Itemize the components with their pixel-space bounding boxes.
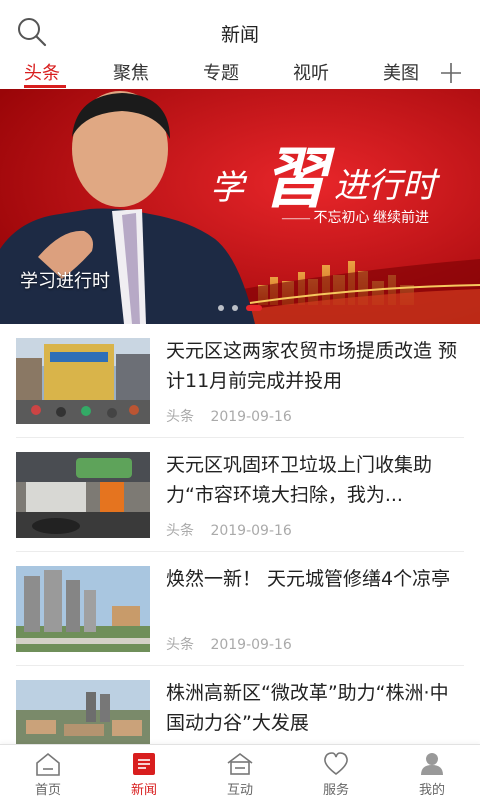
banner-headline-xi: 習 (262, 143, 335, 216)
home-icon (36, 752, 60, 776)
tab-photos[interactable]: 美图 (383, 60, 419, 90)
active-tab-indicator (24, 85, 66, 88)
news-date: 2019-09-16 (210, 409, 292, 425)
nav-news[interactable]: 新闻 (96, 751, 192, 798)
nav-services[interactable]: 服务 (288, 751, 384, 798)
news-category: 头条 (166, 523, 194, 539)
interact-icon (227, 753, 253, 775)
nav-interact-label: 互动 (226, 783, 253, 798)
banner-slogan: —— 不忘初心 继续前进 (281, 209, 429, 226)
banner-headline-xue: 学 (210, 170, 248, 207)
news-thumbnail (16, 452, 150, 538)
nav-interact[interactable]: 互动 (192, 751, 288, 798)
list-item[interactable]: 焕然一新！ 天元城管修缮4个凉亭 头条 2019-09-16 (0, 552, 480, 666)
list-item[interactable]: 天元区这两家农贸市场提质改造 预计11月前完成并投用 头条 2019-09-16 (0, 324, 480, 438)
news-date: 2019-09-16 (210, 523, 292, 539)
top-bar: 新闻 (0, 0, 480, 62)
banner-headline-rest: 进行时 (334, 168, 441, 205)
nav-profile[interactable]: 我的 (384, 751, 480, 798)
carousel-dot-active[interactable] (246, 305, 262, 311)
list-item[interactable]: 天元区巩固环卫垃圾上门收集助力“市容环境大扫除，我为... 头条 2019-09… (0, 438, 480, 552)
bottom-navigation: 首页 新闻 互动 服务 我的 (0, 744, 480, 801)
carousel-dot[interactable] (232, 305, 238, 311)
hero-banner[interactable]: 学 習 进行时 —— 不忘初心 继续前进 学习进行时 (0, 89, 480, 324)
news-category: 头条 (166, 637, 194, 653)
news-headline[interactable]: 天元区巩固环卫垃圾上门收集助力“市容环境大扫除，我为... (166, 450, 466, 510)
news-date: 2019-09-16 (210, 637, 292, 653)
tab-topics[interactable]: 专题 (203, 60, 239, 90)
news-icon (133, 753, 155, 775)
news-thumbnail (16, 338, 150, 424)
tab-focus[interactable]: 聚焦 (113, 60, 149, 90)
news-headline[interactable]: 天元区这两家农贸市场提质改造 预计11月前完成并投用 (166, 336, 466, 396)
nav-home-label: 首页 (34, 783, 61, 798)
nav-profile-label: 我的 (418, 783, 445, 798)
profile-icon (421, 753, 443, 775)
tab-video[interactable]: 视听 (293, 60, 329, 90)
news-headline[interactable]: 焕然一新！ 天元城管修缮4个凉亭 (166, 564, 466, 594)
news-meta: 头条 2019-09-16 (166, 520, 304, 540)
nav-home[interactable]: 首页 (0, 751, 96, 798)
nav-services-label: 服务 (322, 783, 349, 798)
news-thumbnail (16, 566, 150, 652)
news-meta: 头条 2019-09-16 (166, 406, 304, 426)
nav-news-label: 新闻 (130, 783, 157, 798)
carousel-dot[interactable] (218, 305, 224, 311)
news-headline[interactable]: 株洲高新区“微改革”助力“株洲·中国动力谷”大发展 (166, 678, 466, 738)
banner-caption: 学习进行时 (20, 271, 110, 292)
news-meta: 头条 2019-09-16 (166, 634, 304, 654)
page-title: 新闻 (220, 24, 259, 46)
category-tabs: 头条 聚焦 专题 视听 美图 (0, 60, 480, 90)
heart-icon (324, 752, 348, 776)
add-tab-icon[interactable] (440, 62, 462, 84)
news-category: 头条 (166, 409, 194, 425)
